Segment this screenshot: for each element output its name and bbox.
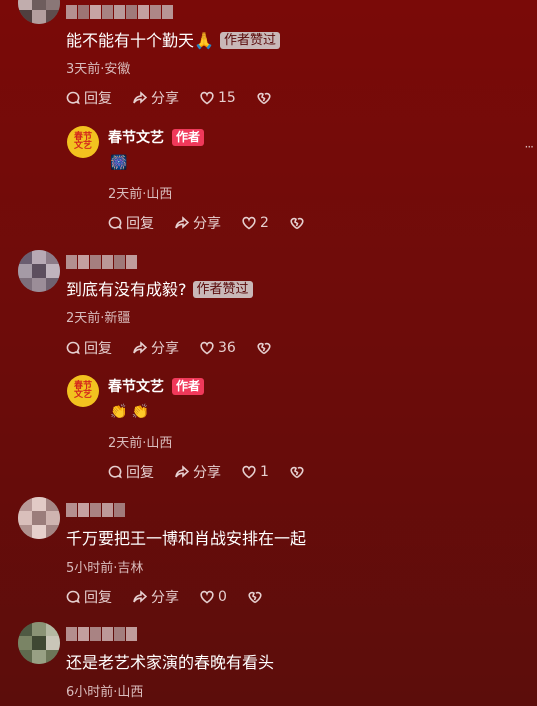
reply-icon	[66, 91, 80, 105]
reply-button[interactable]: 回复	[66, 587, 112, 607]
like-button[interactable]: 0	[200, 589, 227, 605]
dislike-button[interactable]	[248, 590, 266, 604]
like-button[interactable]: 15	[200, 90, 236, 106]
more-options-icon[interactable]: ···	[525, 140, 535, 154]
share-icon	[133, 590, 147, 603]
reply-button[interactable]: 回复	[66, 88, 112, 108]
comment-text: 千万要把王一博和肖战安排在一起	[66, 529, 307, 548]
comment-meta: 2天前·新疆	[66, 311, 131, 326]
like-icon	[200, 91, 214, 105]
avatar[interactable]	[18, 0, 60, 24]
dislike-icon	[290, 466, 304, 479]
share-icon	[175, 465, 189, 478]
share-icon	[133, 91, 147, 104]
share-button[interactable]: 分享	[133, 338, 179, 358]
avatar[interactable]	[18, 250, 60, 292]
dislike-icon	[257, 342, 271, 355]
dislike-icon	[290, 217, 304, 230]
reply-icon	[108, 216, 122, 230]
share-icon	[133, 341, 147, 354]
reply-icon	[108, 465, 122, 479]
dislike-button[interactable]	[257, 341, 275, 355]
username-blurred[interactable]	[66, 626, 138, 641]
reply-content: 👏 👏	[110, 404, 150, 420]
share-button[interactable]: 分享	[175, 462, 221, 482]
comment-actions: 回复 分享 36	[66, 338, 275, 358]
dislike-button[interactable]	[290, 465, 308, 479]
dislike-button[interactable]	[290, 216, 308, 230]
reply-icon	[66, 590, 80, 604]
dislike-icon	[248, 591, 262, 604]
like-icon	[200, 590, 214, 604]
avatar[interactable]	[18, 622, 60, 664]
share-button[interactable]: 分享	[133, 587, 179, 607]
like-button[interactable]: 1	[242, 464, 269, 480]
reply-actions: 回复 分享 1	[108, 462, 308, 482]
author-tag: 作者	[172, 129, 205, 146]
reply-icon	[66, 341, 80, 355]
like-button[interactable]: 36	[200, 340, 236, 356]
comment-text: 还是老艺术家演的春晚有看头	[66, 653, 275, 672]
share-button[interactable]: 分享	[133, 88, 179, 108]
author-name[interactable]: 春节文艺 作者	[108, 376, 205, 396]
comment-text: 能不能有十个勤天🙏 作者赞过	[66, 30, 280, 52]
reply-meta: 2天前·山西	[108, 187, 173, 202]
author-liked-badge: 作者赞过	[192, 281, 253, 298]
share-button[interactable]: 分享	[175, 213, 221, 233]
reply-button[interactable]: 回复	[66, 338, 112, 358]
comment-meta: 6小时前·山西	[66, 685, 144, 700]
like-button[interactable]: 2	[242, 215, 269, 231]
comment-actions: 回复 分享 15	[66, 88, 275, 108]
like-icon	[242, 216, 256, 230]
reply-button[interactable]: 回复	[108, 213, 154, 233]
username-blurred[interactable]	[66, 502, 126, 517]
comment-text: 到底有没有成毅? 作者赞过	[66, 279, 253, 301]
author-liked-badge: 作者赞过	[219, 32, 280, 49]
dislike-button[interactable]	[257, 91, 275, 105]
author-name[interactable]: 春节文艺 作者	[108, 127, 205, 147]
avatar[interactable]	[18, 497, 60, 539]
reply-content: 🎆	[110, 155, 128, 171]
reply-meta: 2天前·山西	[108, 436, 173, 451]
like-icon	[242, 465, 256, 479]
username-blurred[interactable]	[66, 4, 174, 19]
reply-actions: 回复 分享 2	[108, 213, 308, 233]
author-avatar[interactable]: 春节 文艺	[67, 375, 99, 407]
share-icon	[175, 216, 189, 229]
author-tag: 作者	[172, 378, 205, 395]
reply-button[interactable]: 回复	[108, 462, 154, 482]
username-blurred[interactable]	[66, 254, 138, 269]
dislike-icon	[257, 92, 271, 105]
comment-actions: 回复 分享 0	[66, 587, 266, 607]
comment-meta: 5小时前·吉林	[66, 561, 144, 576]
author-avatar[interactable]: 春节 文艺	[67, 126, 99, 158]
like-icon	[200, 341, 214, 355]
comment-meta: 3天前·安徽	[66, 62, 131, 77]
